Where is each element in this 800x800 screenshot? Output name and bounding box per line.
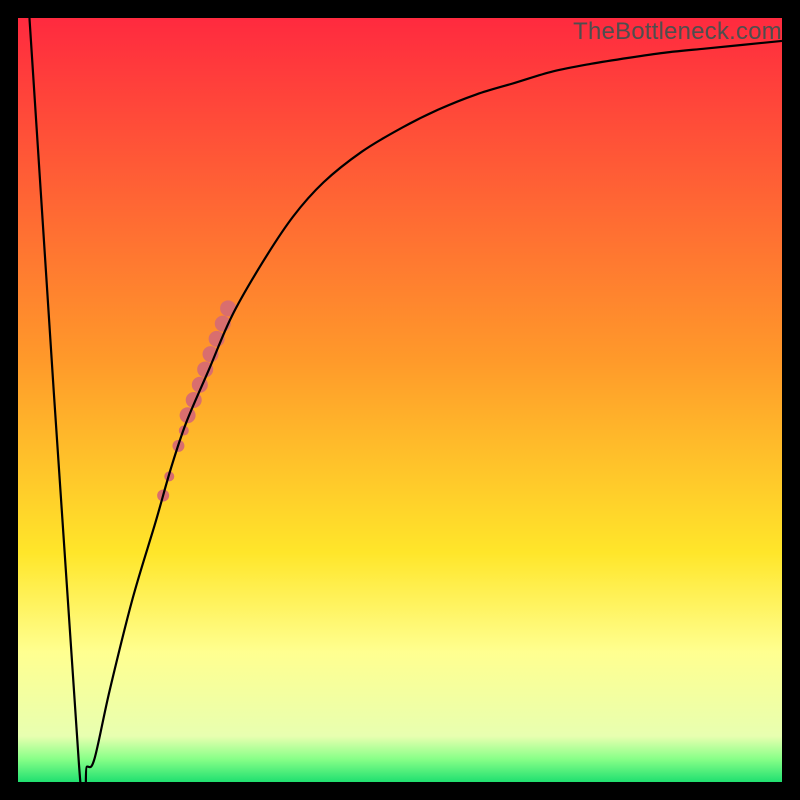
chart-plot-area: TheBottleneck.com [18,18,782,782]
bottleneck-chart [18,18,782,782]
gradient-background [18,18,782,782]
watermark-label: TheBottleneck.com [573,18,782,46]
